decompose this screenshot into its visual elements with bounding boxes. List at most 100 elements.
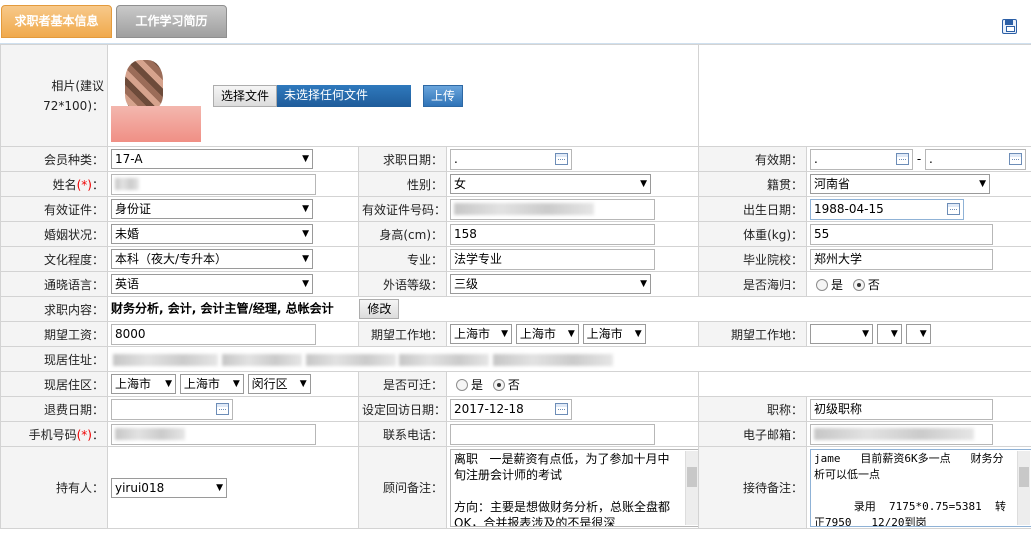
returnee-no-label: 否 xyxy=(867,277,880,292)
validity-from-input[interactable]: . xyxy=(810,148,914,170)
applicant-photo xyxy=(111,49,201,142)
work-place2-label: 期望工作地： xyxy=(698,321,808,347)
gender-select[interactable]: 女 xyxy=(450,174,651,194)
save-icon[interactable] xyxy=(1002,19,1017,34)
native-select[interactable]: 河南省 xyxy=(810,174,991,194)
member-type-label: 会员种类： xyxy=(0,146,108,172)
consultant-note-label: 顾问备注： xyxy=(358,446,447,529)
mobile-label-colon: ： xyxy=(91,427,104,442)
major-label: 专业： xyxy=(358,246,447,272)
apply-date-input[interactable]: . xyxy=(450,148,572,170)
tab-resume[interactable]: 工作学习简历 xyxy=(116,5,227,38)
modify-button[interactable]: 修改 xyxy=(359,299,400,319)
holder-select[interactable]: yirui018 xyxy=(111,477,227,498)
birth-input[interactable]: 1988-04-15 xyxy=(810,198,965,220)
gender-label: 性别： xyxy=(358,171,447,197)
work-place2-province-select[interactable] xyxy=(810,324,874,344)
redacted-name xyxy=(115,178,139,190)
validity-label: 有效期： xyxy=(698,146,808,172)
validity-from-value: . xyxy=(814,151,818,166)
email-input[interactable] xyxy=(810,423,994,445)
job-content: 财务分析, 会计, 会计主管/经理, 总帐会计 xyxy=(111,301,334,316)
apply-date-value: . xyxy=(454,151,458,166)
relocate-no-radio[interactable] xyxy=(492,379,505,391)
required-mark: (*) xyxy=(76,427,92,442)
relocate-yes-label: 是 xyxy=(471,377,484,392)
major-input[interactable]: 法学专业 xyxy=(450,248,655,270)
consultant-note-textarea[interactable]: 离职 一是薪资有点低，为了参加十月中旬注册会计师的考试 方向：主要是想做财务分析… xyxy=(450,448,698,527)
education-select[interactable]: 本科（夜大/专升本） xyxy=(111,249,313,269)
required-mark: (*) xyxy=(76,177,92,192)
district-label: 现居住区： xyxy=(0,371,108,397)
name-label: 姓名(*)： xyxy=(0,171,108,197)
work-place-label: 期望工作地： xyxy=(358,321,447,347)
native-label: 籍贯： xyxy=(698,171,808,197)
relocate-no-label: 否 xyxy=(507,377,520,392)
id-number-input[interactable] xyxy=(450,198,655,220)
calendar-icon[interactable] xyxy=(555,402,568,415)
scrollbar[interactable] xyxy=(1017,450,1031,525)
work-place2-district-select[interactable] xyxy=(905,324,931,344)
validity-to-input[interactable]: . xyxy=(925,148,1027,170)
tab-basic-info[interactable]: 求职者基本信息 xyxy=(1,5,112,38)
weight-label: 体重(kg)： xyxy=(698,221,808,247)
title-input[interactable]: 初级职称 xyxy=(810,398,994,420)
redacted-address xyxy=(221,353,302,366)
marital-label: 婚姻状况： xyxy=(0,221,108,247)
member-type-select[interactable]: 17-A xyxy=(111,149,313,169)
language-level-select[interactable]: 三级 xyxy=(450,274,651,294)
tel-input[interactable] xyxy=(450,423,655,445)
district-province-select[interactable]: 上海市 xyxy=(111,374,176,394)
empty-cell xyxy=(698,371,1031,397)
photo-body xyxy=(111,105,201,142)
work-place-province-select[interactable]: 上海市 xyxy=(450,324,512,344)
calendar-icon[interactable] xyxy=(947,202,961,215)
work-place-city-select[interactable]: 上海市 xyxy=(515,324,579,344)
tel-label: 联系电话： xyxy=(358,421,447,447)
calendar-icon[interactable] xyxy=(555,152,568,165)
language-label: 通晓语言： xyxy=(0,271,108,297)
name-input[interactable] xyxy=(111,173,316,195)
redacted-address xyxy=(113,353,218,366)
education-label: 文化程度： xyxy=(0,246,108,272)
reception-note-textarea[interactable]: jame 目前薪资6K多一点 财务分析可以低一点 录用 7175*0.75=53… xyxy=(810,448,1031,527)
relocate-label: 是否可迁： xyxy=(358,371,447,397)
id-type-label: 有效证件： xyxy=(0,196,108,222)
scrollbar[interactable] xyxy=(685,450,698,525)
district-district-select[interactable]: 闵行区 xyxy=(247,374,311,394)
calendar-icon[interactable] xyxy=(896,152,910,165)
language-level-label: 外语等级： xyxy=(358,271,447,297)
refund-date-input[interactable] xyxy=(111,398,233,420)
visit-date-input[interactable]: 2017-12-18 xyxy=(450,398,572,420)
birth-value: 1988-04-15 xyxy=(814,201,884,216)
relocate-yes-radio[interactable] xyxy=(456,379,468,391)
photo-label: 相片(建议72*100)： xyxy=(0,44,108,147)
work-place2-city-select[interactable] xyxy=(876,324,902,344)
returnee-yes-radio[interactable] xyxy=(816,279,829,291)
work-place-district-select[interactable]: 上海市 xyxy=(582,324,646,344)
refund-date-label: 退费日期： xyxy=(0,396,108,422)
redacted-address xyxy=(493,353,614,366)
choose-file-button[interactable]: 选择文件 xyxy=(213,84,278,107)
district-city-select[interactable]: 上海市 xyxy=(179,374,244,394)
weight-input[interactable]: 55 xyxy=(810,223,994,245)
returnee-label: 是否海归： xyxy=(698,271,808,297)
language-select[interactable]: 英语 xyxy=(111,274,313,294)
marital-select[interactable]: 未婚 xyxy=(111,224,313,244)
photo-empty-cell xyxy=(698,44,1031,147)
visit-date-value: 2017-12-18 xyxy=(454,401,524,416)
salary-input[interactable]: 8000 xyxy=(111,323,316,345)
name-label-colon: ： xyxy=(91,177,104,192)
returnee-no-radio[interactable] xyxy=(852,279,865,291)
validity-separator: - xyxy=(916,151,922,166)
height-input[interactable]: 158 xyxy=(450,223,655,245)
calendar-icon[interactable] xyxy=(216,402,229,415)
address-label: 现居住址： xyxy=(0,346,108,372)
calendar-icon[interactable] xyxy=(1009,152,1023,165)
id-type-select[interactable]: 身份证 xyxy=(111,199,313,219)
apply-date-label: 求职日期： xyxy=(358,146,447,172)
mobile-input[interactable] xyxy=(111,423,316,445)
school-input[interactable]: 郑州大学 xyxy=(810,248,994,270)
upload-button[interactable]: 上传 xyxy=(423,84,464,107)
photo-face xyxy=(125,59,163,110)
